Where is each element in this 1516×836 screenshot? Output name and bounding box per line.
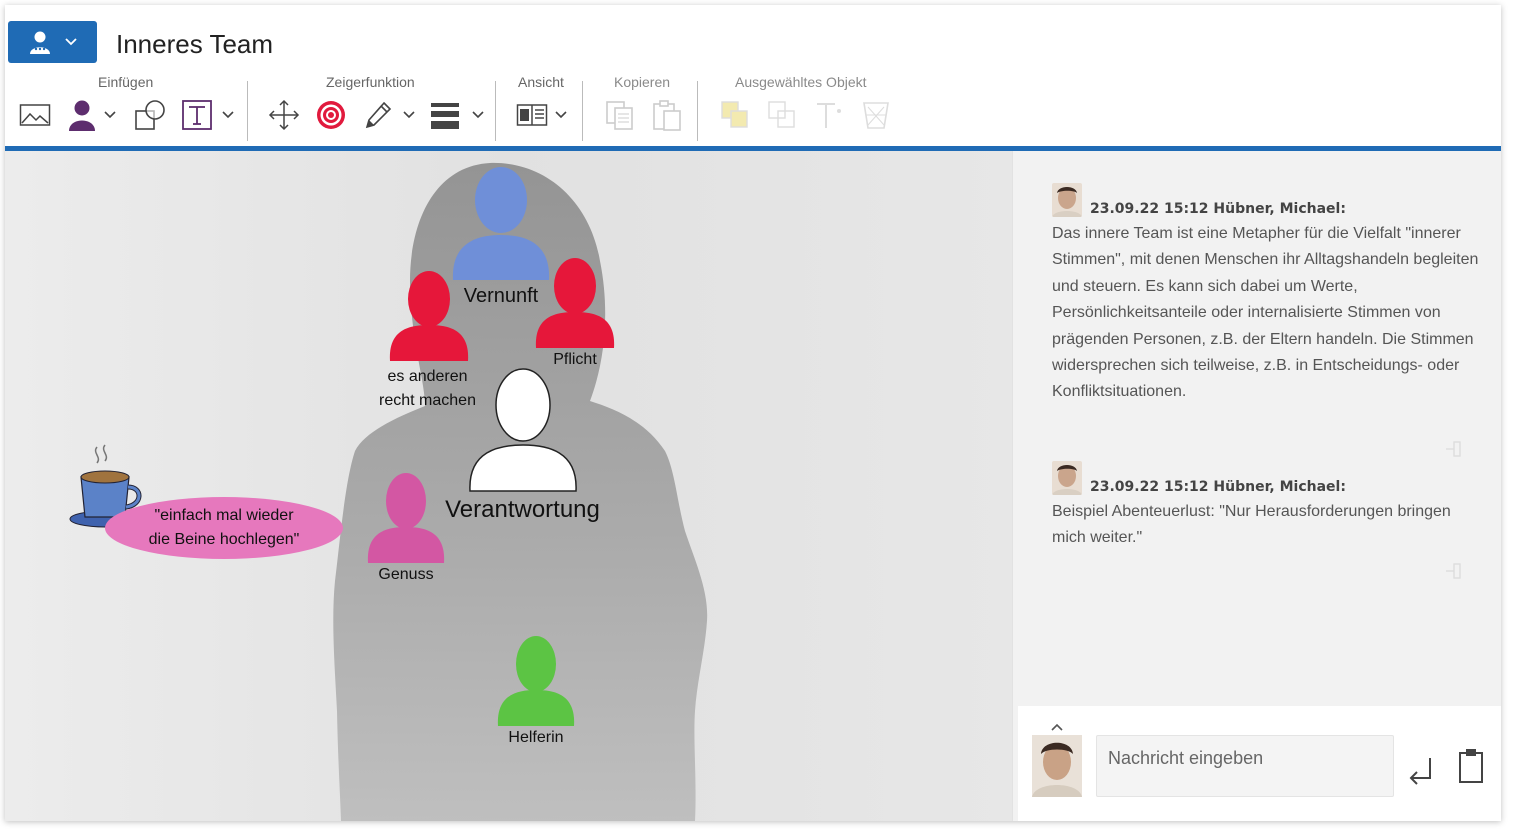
figure-label-helferin: Helferin [508,729,564,746]
chevron-down-icon [64,38,77,46]
target-icon [317,101,345,129]
speech-bubble-line: "einfach mal wieder [154,507,294,524]
message-reply-icon[interactable] [1444,561,1464,581]
figure-label-verantwortung: Verantwortung [445,496,600,523]
message-body: Beispiel Abenteuerlust: "Nur Herausforde… [1052,503,1451,547]
speech-bubble[interactable]: "einfach mal wieder die Beine hochlegen" [105,497,343,559]
toolbar-separator [495,81,496,141]
line-style-button[interactable] [430,98,485,132]
bring-to-front-icon [721,101,748,128]
pen-button[interactable] [362,98,416,132]
toolbar-separator [697,81,698,141]
object-bring-front-button[interactable] [719,98,751,132]
copy-icon [606,101,633,130]
insert-image-button[interactable] [19,98,51,132]
chevron-down-icon[interactable] [471,110,485,120]
enter-send-icon[interactable] [1408,756,1434,786]
group-label-pointer: Zeigerfunktion [326,74,415,90]
chevron-down-icon[interactable] [103,110,117,120]
paste-button[interactable] [651,98,683,132]
figure-label-genuss: Genuss [378,566,434,583]
person-icon [69,100,95,131]
group-label-view: Ansicht [518,74,564,90]
object-text-icon [817,103,841,128]
message-input-placeholder: Nachricht eingeben [1108,748,1264,768]
pointer-target-button[interactable] [315,98,347,132]
chevron-down-icon[interactable] [402,110,416,120]
avatar [1052,183,1082,217]
move-button[interactable] [268,98,300,132]
clipboard-icon[interactable] [1458,748,1484,784]
send-to-back-icon [768,101,795,128]
object-delete-button[interactable] [860,98,892,132]
avatar [1052,461,1082,495]
trash-icon [863,102,889,129]
chat-message: 23.09.22 15:12 Hübner, Michael: Das inne… [1052,183,1482,406]
chat-panel: 23.09.22 15:12 Hübner, Michael: Das inne… [1012,151,1501,821]
chevron-down-icon[interactable] [221,110,235,120]
app-window: Inneres Team Einfügen Zeigerfunktion Ans… [5,5,1501,821]
text-icon [182,100,212,130]
image-icon [19,104,51,126]
page-title: Inneres Team [116,29,274,59]
book-view-icon [516,104,548,126]
group-label-copy: Kopieren [614,74,671,90]
message-reply-icon[interactable] [1444,439,1464,459]
message-input[interactable]: Nachricht eingeben [1096,735,1394,797]
message-header: 23.09.22 15:12 Hübner, Michael: [1090,479,1346,495]
group-label-selected-object: Ausgewähltes Objekt [735,74,867,90]
paste-icon [653,100,681,131]
object-send-back-button[interactable] [766,98,798,132]
shapes-icon [135,100,165,130]
move-arrows-icon [268,99,300,131]
view-button[interactable] [516,98,568,132]
chevron-up-icon[interactable] [1050,722,1064,732]
insert-person-button[interactable] [67,98,117,132]
line-style-icon [431,103,459,129]
copy-button[interactable] [604,98,636,132]
message-composer: Nachricht eingeben [1018,706,1501,821]
figure-genuss-icon[interactable] [366,471,446,563]
chevron-down-icon[interactable] [554,110,568,120]
speech-bubble-line: die Beine hochlegen" [148,531,300,548]
group-label-insert: Einfügen [98,74,154,90]
toolbar-separator [582,81,583,141]
whiteboard-canvas[interactable]: "einfach mal wieder die Beine hochlegen"… [5,151,1012,821]
insert-text-button[interactable] [181,98,235,132]
figure-pflicht-icon[interactable] [534,256,616,348]
object-text-button[interactable] [813,98,845,132]
figure-helferin-icon[interactable] [496,634,576,726]
message-header: 23.09.22 15:12 Hübner, Michael: [1090,201,1346,217]
avatar [1032,735,1082,797]
user-menu-button[interactable] [8,21,97,63]
user-group-icon [29,31,50,54]
figure-verantwortung-icon[interactable] [467,365,579,493]
chat-message: 23.09.22 15:12 Hübner, Michael: Beispiel… [1052,461,1482,552]
pen-icon [365,101,392,129]
message-body: Das innere Team ist eine Metapher für di… [1052,225,1479,401]
toolbar-separator [247,81,248,141]
figure-es-anderen-icon[interactable] [388,269,470,361]
insert-shape-button[interactable] [134,98,168,132]
